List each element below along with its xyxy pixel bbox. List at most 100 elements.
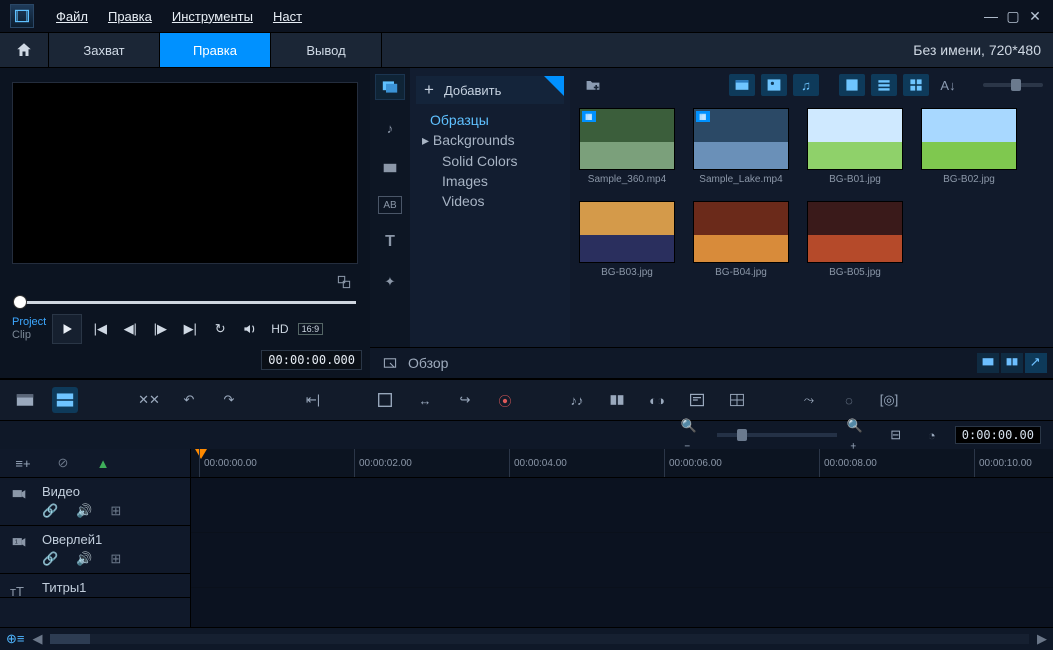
library-item[interactable]: BG-B05.jpg [808, 201, 902, 278]
track-disable-icon[interactable]: ⊘ [50, 450, 76, 476]
menu-tools[interactable]: Инструменты [162, 5, 263, 28]
libtab-media[interactable] [375, 74, 405, 100]
libtab-titles[interactable]: AB [378, 196, 402, 214]
preview-timecode[interactable]: 00:00:00.000 [261, 350, 362, 370]
tree-images[interactable]: Images [410, 171, 570, 191]
scrubber-handle[interactable] [14, 296, 26, 308]
timeline-tracks-area[interactable] [191, 478, 1053, 627]
view-large-icon[interactable] [839, 74, 865, 96]
scroll-right-icon[interactable]: ▶ [1037, 631, 1047, 647]
step-back-button[interactable]: ◀| [118, 317, 142, 341]
storyboard-view-icon[interactable] [12, 387, 38, 413]
mark-in-icon[interactable]: ⇤| [300, 387, 326, 413]
sort-icon[interactable]: A↓ [935, 74, 961, 96]
overview-button[interactable]: Обзор [370, 355, 460, 371]
focus-icon[interactable]: [◎] [876, 387, 902, 413]
fx-icon[interactable]: ⊞ [110, 551, 121, 567]
fit-icon[interactable]: ⊟ [883, 422, 909, 448]
add-track-button[interactable]: ⊕≡ [6, 631, 24, 647]
go-end-button[interactable]: ▶| [178, 317, 202, 341]
track-video-header[interactable]: Видео 🔗🔊⊞ [0, 478, 190, 526]
home-button[interactable] [0, 33, 49, 67]
tree-samples[interactable]: Образцы [410, 110, 570, 130]
close-button[interactable]: ✕ [1027, 8, 1043, 24]
grid-tool-icon[interactable] [724, 387, 750, 413]
track-options-icon[interactable]: ≡+ [10, 450, 36, 476]
volume-button[interactable] [238, 317, 262, 341]
zoom-out-icon[interactable]: 🔍﹣ [681, 422, 707, 448]
title-tool-icon[interactable] [684, 387, 710, 413]
insert-icon[interactable]: ↪ [452, 387, 478, 413]
play-button[interactable] [52, 314, 82, 344]
timeline-timecode[interactable]: 0:00:00.00 [955, 426, 1041, 444]
mute-icon[interactable]: 🔊 [76, 503, 92, 519]
tree-solid-colors[interactable]: Solid Colors [410, 151, 570, 171]
library-item[interactable]: BG-B01.jpg [808, 108, 902, 185]
hd-toggle[interactable]: HD [268, 322, 291, 336]
import-folder-icon[interactable] [580, 74, 606, 96]
link-icon[interactable]: 🔗 [42, 551, 58, 567]
thumb-size-slider[interactable] [983, 83, 1043, 87]
tree-backgrounds[interactable]: ▸ Backgrounds [410, 130, 570, 151]
preview-resize-icon[interactable] [332, 270, 356, 294]
go-start-button[interactable]: |◀ [88, 317, 112, 341]
step-fwd-button[interactable]: |▶ [148, 317, 172, 341]
view-grid-icon[interactable] [903, 74, 929, 96]
libtab-audio[interactable]: ♪ [376, 116, 404, 140]
timeline-ruler[interactable]: 00:00:00.0000:00:02.0000:00:04.0000:00:0… [191, 449, 1053, 478]
view-list-icon[interactable] [871, 74, 897, 96]
preview-scrubber[interactable] [14, 296, 356, 308]
add-media-button[interactable]: +Добавить [416, 76, 564, 104]
minimize-button[interactable]: — [983, 8, 999, 24]
redo-icon[interactable]: ↷ [216, 387, 242, 413]
libtab-filters[interactable]: ✦ [376, 270, 404, 294]
library-item[interactable]: ▦Sample_Lake.mp4 [694, 108, 788, 185]
libtab-transitions[interactable] [376, 156, 404, 180]
menu-settings[interactable]: Наст [263, 5, 312, 28]
loop-button[interactable]: ↻ [208, 317, 232, 341]
panel-layout-3[interactable] [1025, 353, 1047, 373]
track-overlay-header[interactable]: 1 Оверлей1 🔗🔊⊞ [0, 526, 190, 574]
track-marker-icon[interactable]: ▲ [90, 450, 116, 476]
preview-mode-labels[interactable]: Project Clip [12, 316, 46, 342]
library-item[interactable]: BG-B02.jpg [922, 108, 1016, 185]
filter-video-icon[interactable] [729, 74, 755, 96]
clock-icon[interactable]: ◔ [919, 422, 945, 448]
motion-icon[interactable]: ⤳ [796, 387, 822, 413]
menu-edit[interactable]: Правка [98, 5, 162, 28]
mute-icon[interactable]: 🔊 [76, 551, 92, 567]
library-item[interactable]: ▦Sample_360.mp4 [580, 108, 674, 185]
stretch-icon[interactable]: ↔ [412, 387, 438, 413]
panel-layout-1[interactable] [977, 353, 999, 373]
track-title-header[interactable]: ᴛT Титры1 [0, 574, 190, 598]
undo-icon[interactable]: ↶ [176, 387, 202, 413]
tools-icon[interactable]: ✕✕ [136, 387, 162, 413]
zoom-slider[interactable] [717, 433, 837, 437]
zoom-in-icon[interactable]: 🔍﹢ [847, 422, 873, 448]
scroll-left-icon[interactable]: ◀ [32, 631, 42, 647]
timeline-h-scrollbar[interactable] [50, 634, 1029, 644]
library-item[interactable]: BG-B03.jpg [580, 201, 674, 278]
record-icon[interactable]: ⦿ [492, 387, 518, 413]
maximize-button[interactable]: ▢ [1005, 8, 1021, 24]
filter-image-icon[interactable] [761, 74, 787, 96]
filter-audio-icon[interactable]: ♫ [793, 74, 819, 96]
mode-capture[interactable]: Захват [49, 33, 160, 67]
effects-2-icon[interactable]: ◐◑ [644, 387, 670, 413]
audio-mixer-icon[interactable]: ♪♪ [564, 387, 590, 413]
fx-icon[interactable]: ⊞ [110, 503, 121, 519]
preview-viewport[interactable] [12, 82, 358, 264]
panel-layout-2[interactable] [1001, 353, 1023, 373]
timeline-view-icon[interactable] [52, 387, 78, 413]
mode-output[interactable]: Вывод [271, 33, 382, 67]
crop-icon[interactable] [372, 387, 398, 413]
tree-videos[interactable]: Videos [410, 191, 570, 211]
libtab-text[interactable]: T [376, 230, 404, 254]
library-item[interactable]: BG-B04.jpg [694, 201, 788, 278]
mode-edit[interactable]: Правка [160, 33, 271, 67]
tracking-icon[interactable]: ◌ [836, 387, 862, 413]
link-icon[interactable]: 🔗 [42, 503, 58, 519]
menu-file[interactable]: Файл [46, 5, 98, 28]
aspect-toggle[interactable]: 16:9 [298, 323, 324, 335]
effects-1-icon[interactable] [604, 387, 630, 413]
